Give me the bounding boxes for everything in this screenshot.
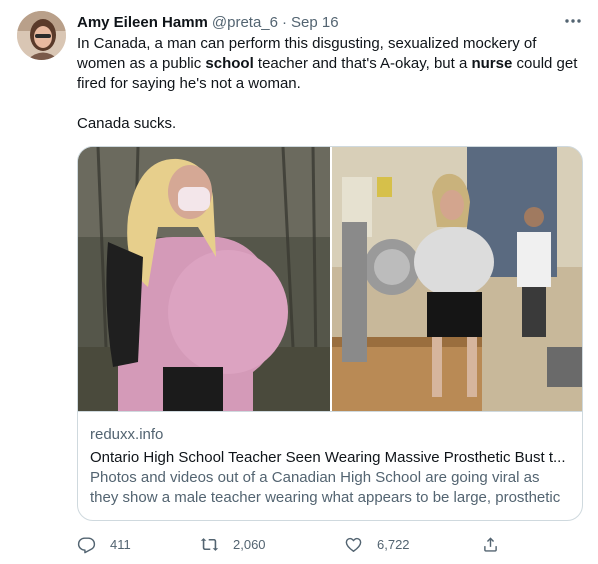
card-domain: reduxx.info: [90, 426, 164, 443]
avatar[interactable]: [17, 11, 66, 60]
tweet-paragraph-2: Canada sucks.: [77, 115, 177, 132]
card-description: Photos and videos out of a Canadian High…: [90, 469, 561, 521]
tweet-date[interactable]: Sep 16: [291, 14, 339, 31]
link-card[interactable]: reduxx.info Ontario High School Teacher …: [77, 146, 583, 521]
reply-icon: [77, 536, 96, 553]
tweet[interactable]: Amy Eileen Hamm @preta_6 · Sep 16 In Can…: [0, 0, 598, 564]
more-button[interactable]: [560, 10, 586, 32]
like-button[interactable]: 6,722: [344, 533, 410, 555]
tweet-header: Amy Eileen Hamm @preta_6 · Sep 16: [77, 12, 339, 32]
separator-dot: ·: [282, 13, 287, 31]
tweet-actions: 411 2,060 6,722: [77, 533, 582, 555]
more-icon: [565, 19, 581, 23]
retweet-icon: [200, 537, 219, 551]
user-handle[interactable]: @preta_6: [212, 14, 278, 31]
card-image: [78, 147, 582, 411]
avatar-image: [17, 11, 66, 60]
like-icon: [345, 537, 362, 552]
share-icon: [484, 536, 497, 552]
card-photo-right: [330, 147, 582, 411]
like-count: 6,722: [377, 536, 410, 552]
share-button[interactable]: [481, 533, 500, 555]
reply-button[interactable]: 411: [77, 533, 131, 555]
retweet-button[interactable]: 2,060: [200, 533, 266, 555]
display-name[interactable]: Amy Eileen Hamm: [77, 14, 208, 31]
card-photo-left: [78, 147, 330, 411]
tweet-text: In Canada, a man can perform this disgus…: [77, 34, 582, 134]
retweet-count: 2,060: [233, 536, 266, 552]
tweet-paragraph-1: In Canada, a man can perform this disgus…: [77, 35, 578, 92]
card-title[interactable]: Ontario High School Teacher Seen Wearing…: [90, 448, 570, 468]
card-body: reduxx.info Ontario High School Teacher …: [78, 411, 582, 521]
reply-count: 411: [110, 536, 131, 552]
